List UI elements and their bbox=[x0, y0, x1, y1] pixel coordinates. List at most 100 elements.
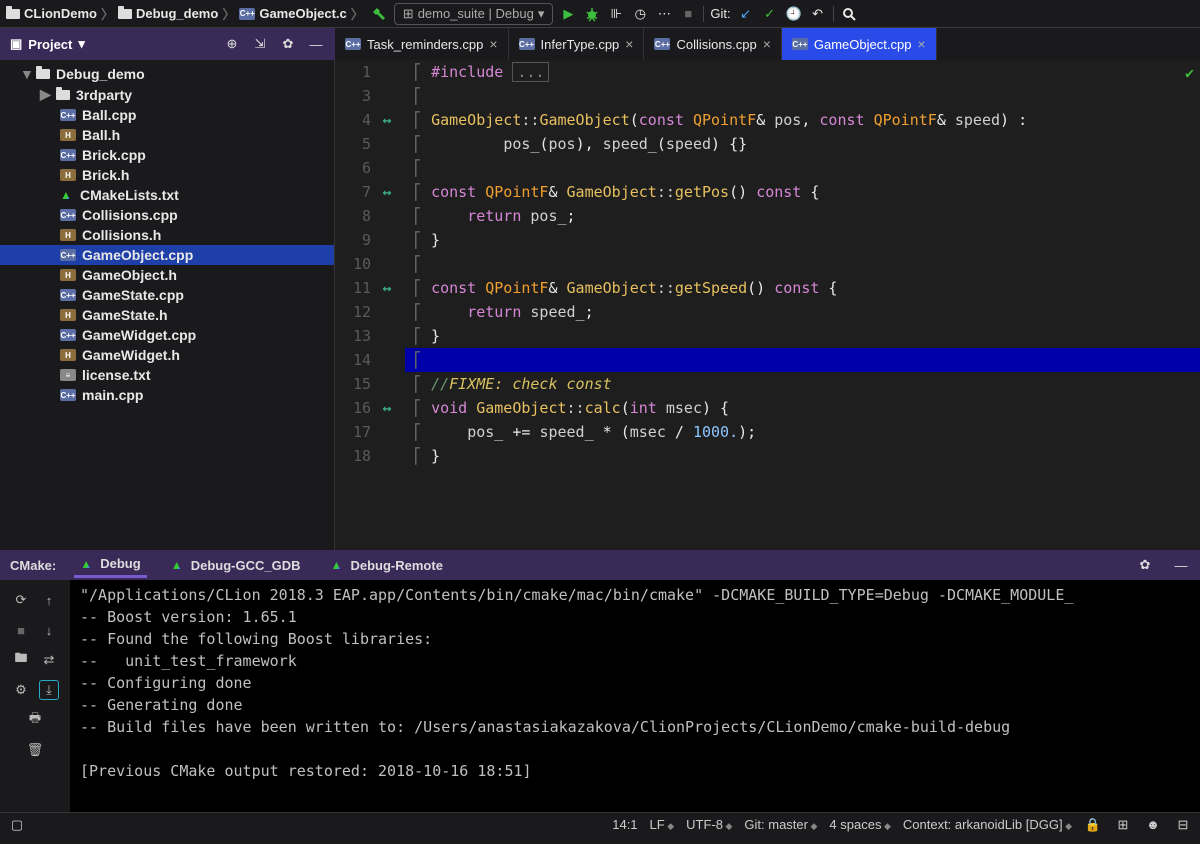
editor-tab[interactable]: C++GameObject.cpp× bbox=[782, 28, 937, 60]
inspector-icon[interactable]: ☻ bbox=[1144, 816, 1162, 834]
fold-icon[interactable]: ⎡ bbox=[413, 447, 422, 465]
reload-icon[interactable]: ⟳ bbox=[11, 590, 31, 610]
git-revert-icon[interactable]: ↶ bbox=[809, 5, 827, 23]
close-icon[interactable]: × bbox=[625, 36, 633, 52]
cmake-console[interactable]: "/Applications/CLion 2018.3 EAP.app/Cont… bbox=[70, 580, 1200, 812]
git-branch[interactable]: Git: master bbox=[744, 817, 817, 832]
caret-position[interactable]: 14:1 bbox=[612, 817, 637, 832]
hide-icon[interactable]: — bbox=[307, 35, 325, 53]
line-separator[interactable]: LF bbox=[650, 817, 675, 832]
debug-icon[interactable] bbox=[583, 5, 601, 23]
fold-icon[interactable]: ⎡ bbox=[413, 63, 422, 81]
code-line[interactable]: ⎡ void GameObject::calc(int msec) { bbox=[405, 396, 1200, 420]
tree-file[interactable]: C++Collisions.cpp bbox=[0, 205, 334, 225]
code-line[interactable]: ⎡ } bbox=[405, 228, 1200, 252]
soft-wrap-icon[interactable]: ⇄ bbox=[39, 650, 59, 670]
hammer-build-icon[interactable] bbox=[370, 5, 388, 23]
hide-icon[interactable]: — bbox=[1172, 556, 1190, 574]
file-encoding[interactable]: UTF-8 bbox=[686, 817, 732, 832]
tree-folder[interactable]: ▶3rdparty bbox=[0, 84, 334, 105]
indent-info[interactable]: 4 spaces bbox=[829, 817, 890, 832]
close-icon[interactable]: × bbox=[489, 36, 497, 52]
folder-settings-icon[interactable]: 🖿 bbox=[11, 650, 31, 670]
fold-icon[interactable]: ⎡ bbox=[413, 399, 422, 417]
fold-icon[interactable]: ⎡ bbox=[413, 351, 422, 369]
tree-file[interactable]: HGameState.h bbox=[0, 305, 334, 325]
code-line[interactable]: ⎡ #include ... bbox=[405, 60, 1200, 84]
project-view-selector[interactable]: ▣ Project ▾ bbox=[0, 36, 95, 52]
fold-icon[interactable]: ⎡ bbox=[413, 159, 422, 177]
stop-icon[interactable]: ■ bbox=[679, 5, 697, 23]
memory-icon[interactable]: ⊞ bbox=[1114, 816, 1132, 834]
tree-file[interactable]: CMakeLists.txt bbox=[0, 185, 334, 205]
fold-icon[interactable]: ⎡ bbox=[413, 111, 422, 129]
cmake-config-tab[interactable]: Debug bbox=[74, 552, 146, 578]
editor-tab[interactable]: C++Task_reminders.cpp× bbox=[335, 28, 509, 60]
tool-window-icon[interactable]: ▢ bbox=[8, 816, 26, 834]
tree-file[interactable]: ≡license.txt bbox=[0, 365, 334, 385]
tree-file[interactable]: HBall.h bbox=[0, 125, 334, 145]
code-line[interactable]: ⎡ bbox=[405, 84, 1200, 108]
tree-file[interactable]: C++GameObject.cpp bbox=[0, 245, 334, 265]
tree-file[interactable]: HCollisions.h bbox=[0, 225, 334, 245]
attach-icon[interactable]: ⋯ bbox=[655, 5, 673, 23]
editor-tab[interactable]: C++Collisions.cpp× bbox=[644, 28, 781, 60]
code-line[interactable]: ⎡ const QPointF& GameObject::getPos() co… bbox=[405, 180, 1200, 204]
menu-icon[interactable]: ⊟ bbox=[1174, 816, 1192, 834]
fold-icon[interactable]: ⎡ bbox=[413, 327, 422, 345]
code-editor[interactable]: ✔ 134↔567↔891011↔1213141516↔1718 ⎡ #incl… bbox=[335, 60, 1200, 550]
lock-icon[interactable]: 🔒 bbox=[1084, 816, 1102, 834]
cmake-config-tab[interactable]: Debug-Remote bbox=[324, 552, 448, 578]
gear-icon[interactable]: ⚙ bbox=[11, 680, 31, 700]
scroll-to-end-icon[interactable]: ⤓ bbox=[39, 680, 59, 700]
tree-file[interactable]: C++GameWidget.cpp bbox=[0, 325, 334, 345]
print-icon[interactable]: 🖶 bbox=[25, 710, 45, 730]
trash-icon[interactable]: 🗑 bbox=[25, 740, 45, 760]
gear-icon[interactable]: ✿ bbox=[279, 35, 297, 53]
run-coverage-icon[interactable]: ⊪ bbox=[607, 5, 625, 23]
code-line[interactable]: ⎡ GameObject::GameObject(const QPointF& … bbox=[405, 108, 1200, 132]
tree-folder[interactable]: ▼Debug_demo bbox=[0, 64, 334, 84]
tree-file[interactable]: HGameWidget.h bbox=[0, 345, 334, 365]
editor-tab[interactable]: C++InferType.cpp× bbox=[509, 28, 645, 60]
fold-icon[interactable]: ⎡ bbox=[413, 231, 422, 249]
code-line[interactable]: ⎡ //FIXME: check const bbox=[405, 372, 1200, 396]
close-icon[interactable]: × bbox=[917, 36, 925, 52]
tree-file[interactable]: C++GameState.cpp bbox=[0, 285, 334, 305]
code-line[interactable]: ⎡ bbox=[405, 156, 1200, 180]
expand-icon[interactable]: ⇲ bbox=[251, 35, 269, 53]
fold-icon[interactable]: ⎡ bbox=[413, 255, 422, 273]
code-line[interactable]: ⎡ bbox=[405, 252, 1200, 276]
gutter[interactable]: 134↔567↔891011↔1213141516↔1718 bbox=[335, 60, 405, 550]
context-info[interactable]: Context: arkanoidLib [DGG] bbox=[903, 817, 1072, 832]
git-commit-icon[interactable]: ✓ bbox=[761, 5, 779, 23]
tree-file[interactable]: C++Brick.cpp bbox=[0, 145, 334, 165]
run-config-selector[interactable]: ⊞ demo_suite | Debug ▾ bbox=[394, 3, 554, 25]
tree-file[interactable]: HGameObject.h bbox=[0, 265, 334, 285]
search-icon[interactable] bbox=[840, 5, 858, 23]
code-line[interactable]: ⎡ return speed_; bbox=[405, 300, 1200, 324]
code-line[interactable]: ⎡ const QPointF& GameObject::getSpeed() … bbox=[405, 276, 1200, 300]
fold-icon[interactable]: ⎡ bbox=[413, 135, 422, 153]
code-line[interactable]: ⎡ } bbox=[405, 324, 1200, 348]
breadcrumb[interactable]: CLionDemo 〉 Debug_demo 〉 C++ GameObject.… bbox=[6, 4, 364, 23]
cmake-config-tab[interactable]: Debug-GCC_GDB bbox=[165, 552, 307, 578]
gear-icon[interactable]: ✿ bbox=[1136, 556, 1154, 574]
down-arrow-icon[interactable]: ↓ bbox=[39, 620, 59, 640]
code-line[interactable]: ⎡ pos_(pos), speed_(speed) {} bbox=[405, 132, 1200, 156]
fold-icon[interactable]: ⎡ bbox=[413, 207, 422, 225]
fold-icon[interactable]: ⎡ bbox=[413, 183, 422, 201]
tree-file[interactable]: C++main.cpp bbox=[0, 385, 334, 405]
code-line[interactable]: ⎡ pos_ += speed_ * (msec / 1000.); bbox=[405, 420, 1200, 444]
git-history-icon[interactable]: 🕘 bbox=[785, 5, 803, 23]
code-area[interactable]: ⎡ #include ...⎡ ⎡ GameObject::GameObject… bbox=[405, 60, 1200, 550]
close-icon[interactable]: × bbox=[763, 36, 771, 52]
fold-icon[interactable]: ⎡ bbox=[413, 279, 422, 297]
tree-file[interactable]: HBrick.h bbox=[0, 165, 334, 185]
code-line[interactable]: ⎡ bbox=[405, 348, 1200, 372]
fold-icon[interactable]: ⎡ bbox=[413, 87, 422, 105]
fold-icon[interactable]: ⎡ bbox=[413, 303, 422, 321]
project-tree[interactable]: ▼Debug_demo▶3rdpartyC++Ball.cppHBall.hC+… bbox=[0, 60, 335, 550]
fold-icon[interactable]: ⎡ bbox=[413, 375, 422, 393]
tree-file[interactable]: C++Ball.cpp bbox=[0, 105, 334, 125]
